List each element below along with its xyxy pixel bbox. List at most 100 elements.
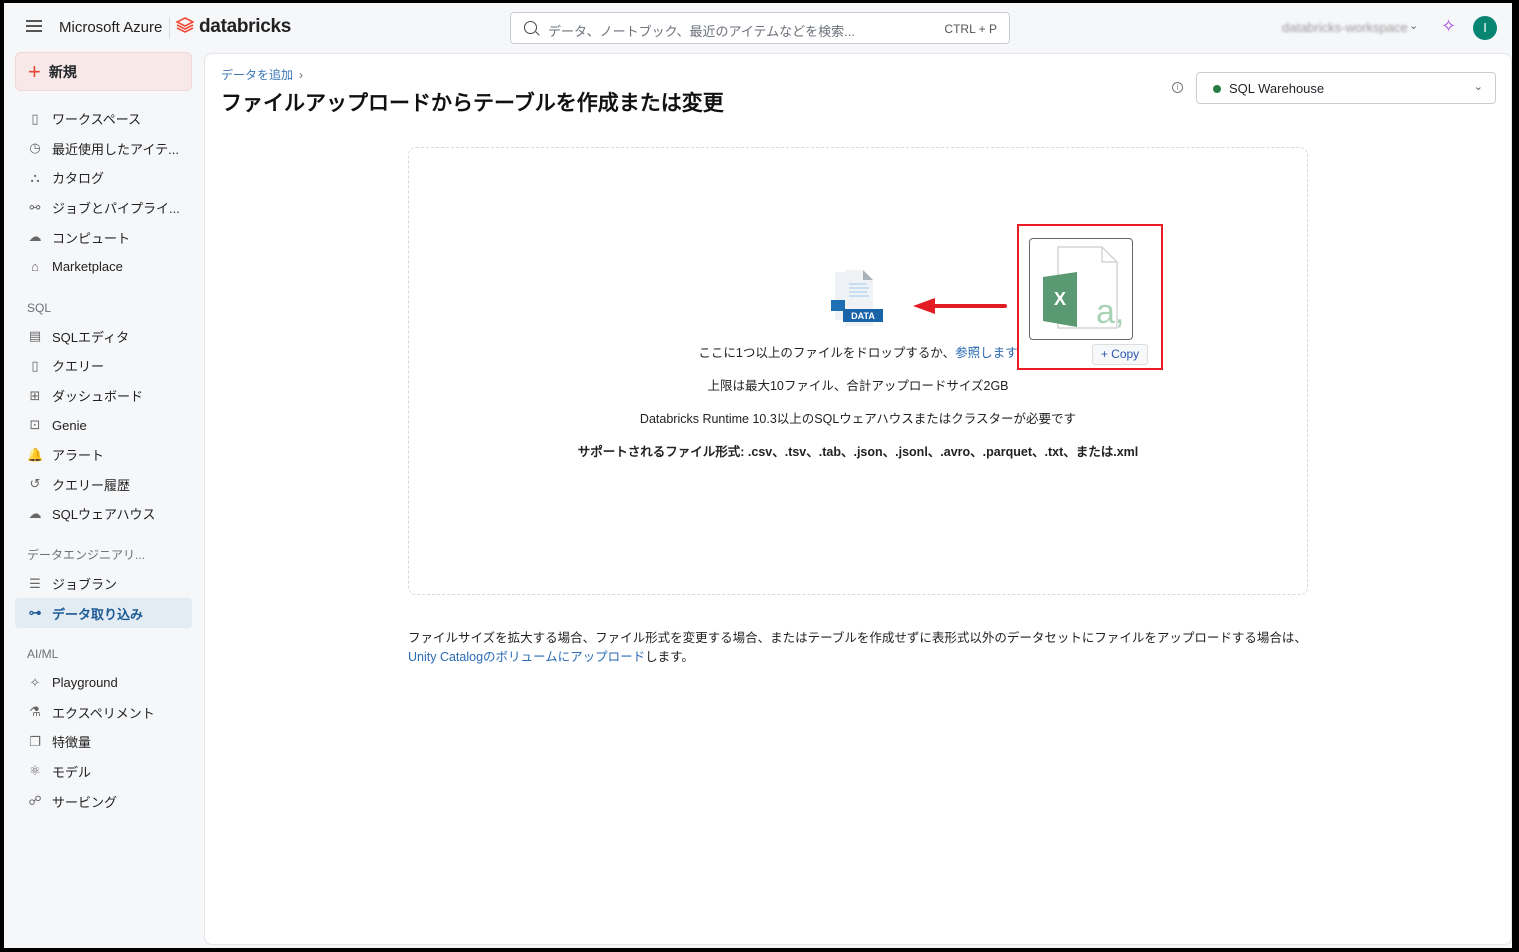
sidebar-item-icon: ⊶ [28,605,42,621]
sidebar-item-icon: ◷ [29,140,41,156]
sidebar-item[interactable]: 🔔 アラート [15,440,192,470]
formats-text: サポートされるファイル形式: .csv、.tsv、.tab、.json、.jso… [409,441,1307,460]
search-shortcut: CTRL + P [944,22,997,36]
sidebar-item[interactable]: ▯ ワークスペース [15,104,192,134]
svg-text:a,: a, [1096,293,1124,331]
sidebar-item-icon: ▯ [31,110,39,126]
sidebar-item[interactable]: ⚗ エクスペリメント [15,698,192,728]
sidebar-item-icon: ☁ [28,229,42,245]
sidebar-item-icon: ⛬ [30,169,40,185]
footer-end: します。 [645,650,694,664]
sidebar-item-label: 特徴量 [52,735,92,751]
sidebar-item[interactable]: ▤ SQLエディタ [15,322,192,352]
search-placeholder: データ、ノートブック、最近のアイテムなどを検索... [548,24,855,39]
sidebar-item[interactable]: ☁ コンピュート [15,222,192,252]
chevron-down-icon: ⌄ [1473,81,1483,93]
divider [169,17,170,39]
sidebar-item[interactable]: ▯ クエリー [15,351,192,381]
assistant-sparkle-icon[interactable]: ✧ [1441,16,1456,37]
databricks-logo-icon[interactable] [176,17,194,35]
sidebar-item-icon: ↺ [29,476,41,492]
info-icon[interactable]: i [1172,82,1183,93]
app-window: Microsoft Azure databricks データ、ノートブック、最近… [4,3,1512,948]
red-arrow-icon [913,298,1007,314]
sidebar-item-label: カタログ [52,171,105,187]
sidebar-item-label: SQLエディタ [52,329,130,345]
menu-icon[interactable] [26,20,42,32]
file-drop-zone[interactable]: DATA ここに1つ以上のファイルをドロップするか、参照します 上限は最大10フ… [408,147,1308,595]
sidebar-item[interactable]: ⊶ データ取り込み [15,598,192,628]
data-file-icon: DATA [831,270,883,326]
search-icon [524,21,537,34]
sidebar-item-icon: ⊡ [29,417,41,433]
warehouse-select[interactable]: SQL Warehouse ⌄ [1196,72,1496,104]
drop-instructions: ここに1つ以上のファイルをドロップするか、参照します [409,342,1307,361]
copy-label: Copy [1111,347,1140,361]
breadcrumb-add-data[interactable]: データを追加 [221,68,293,82]
sidebar-item-label: クエリー [52,359,105,375]
sidebar-item-label: コンピュート [52,230,131,246]
section-ai-ml: AI/ML [27,646,59,661]
databricks-wordmark[interactable]: databricks [199,16,291,38]
main-panel: データを追加 › ファイルアップロードからテーブルを作成または変更 i SQL W… [204,53,1512,945]
sidebar-item[interactable]: ✧ Playground [15,668,192,698]
sidebar-item-label: ワークスペース [52,112,142,128]
data-icon-label: DATA [851,311,875,321]
sidebar-item[interactable]: ↺ クエリー履歴 [15,470,192,500]
sidebar-item[interactable]: ⊞ ダッシュボード [15,381,192,411]
sidebar-item-label: サービング [52,794,118,810]
sidebar-item-icon: ⌂ [31,258,39,274]
sidebar-item-label: Marketplace [52,259,123,275]
sidebar-item-icon: ⚗ [29,704,41,720]
copy-badge: + Copy [1092,344,1148,365]
sidebar-item[interactable]: ⚛ モデル [15,757,192,787]
dragged-file-highlight: X a, + Copy [1017,224,1163,370]
runtime-text: Databricks Runtime 10.3以上のSQLウェアハウスまたはクラ… [639,412,1077,426]
sidebar-item[interactable]: ⊡ Genie [15,410,192,440]
footer-note: ファイルサイズを拡大する場合、ファイル形式を変更する場合、またはテーブルを作成せ… [408,629,1308,667]
plus-icon: + [28,58,41,84]
sidebar-item[interactable]: ⚯ ジョブとパイプライ... [15,193,192,223]
sidebar-item-label: クエリー履歴 [52,477,131,493]
sidebar-item-label: ダッシュボード [52,389,144,405]
sidebar-item-icon: ☁ [28,505,42,521]
footer-text: ファイルサイズを拡大する場合、ファイル形式を変更する場合、またはテーブルを作成せ… [408,631,1307,645]
sidebar-item[interactable]: ❐ 特徴量 [15,727,192,757]
formats-list: .csv、.tsv、.tab、.json、.jsonl、.avro、.parqu… [747,445,1139,459]
limit-text: 上限は最大10ファイル、合計アップロードサイズ2GB [707,379,1009,393]
volume-upload-link[interactable]: Unity Catalogのボリュームにアップロード [408,650,645,664]
sidebar-item[interactable]: ◷ 最近使用したアイテ... [15,134,192,164]
sidebar-item-icon: ⊞ [29,387,41,403]
sidebar-item[interactable]: ☁ SQLウェアハウス [15,499,192,529]
warehouse-label: SQL Warehouse [1229,81,1325,96]
sidebar-item-label: Playground [52,675,118,691]
sidebar-item-icon: ☍ [28,793,42,809]
excel-letter: X [1054,289,1066,309]
sidebar-item[interactable]: ⛬ カタログ [15,163,192,193]
sidebar-item[interactable]: ⌂ Marketplace [15,252,192,282]
sidebar: + 新規 ▯ ワークスペース ◷ 最近使用したアイテ... ⛬ カタログ ⚯ ジョブとパイプライ… [15,52,192,816]
new-button[interactable]: + 新規 [15,52,192,91]
workspace-switcher[interactable]: databricks-workspace [1282,20,1408,35]
drop-text: ここに1つ以上のファイルをドロップするか、 [698,346,956,360]
search-input[interactable]: データ、ノートブック、最近のアイテムなどを検索... CTRL + P [510,12,1010,44]
sidebar-item-icon: ⚯ [29,199,41,215]
top-bar: Microsoft Azure databricks データ、ノートブック、最近… [4,3,1512,53]
sidebar-item-icon: ✧ [29,674,41,690]
sidebar-item-icon: ▯ [31,357,39,373]
formats-label: サポートされるファイル形式: [577,445,745,459]
sidebar-item-icon: ❐ [29,733,41,749]
excel-file-thumbnail[interactable]: X a, [1029,238,1133,340]
sidebar-item[interactable]: ☍ サービング [15,786,192,816]
sidebar-item[interactable]: ☰ ジョブラン [15,569,192,599]
excel-file-icon: X a, [1043,246,1124,331]
sidebar-item-icon: 🔔 [27,446,44,462]
sidebar-item-label: SQLウェアハウス [52,507,156,523]
browse-link[interactable]: 参照します [955,346,1018,360]
sidebar-item-label: ジョブとパイプライ... [52,201,180,217]
new-label: 新規 [48,63,77,80]
chevron-down-icon[interactable]: ⌄ [1409,19,1418,32]
sidebar-item-label: アラート [52,448,105,464]
avatar[interactable]: I [1473,16,1497,40]
sidebar-item-label: Genie [52,417,87,433]
